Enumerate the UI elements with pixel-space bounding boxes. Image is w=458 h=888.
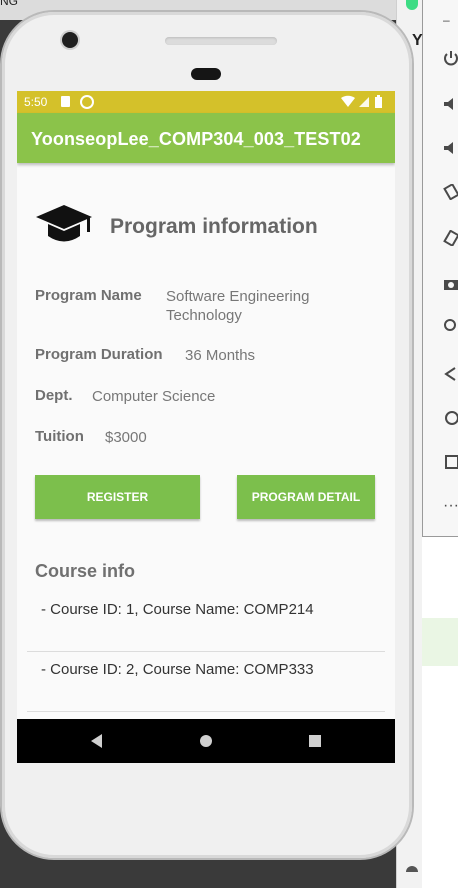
android-robot-icon <box>406 866 418 872</box>
device-screen: 5:50 YoonseopLee_COMP304_003_TEST02 Prog… <box>17 91 395 763</box>
program-duration-label: Program Duration <box>35 346 163 363</box>
list-divider <box>27 711 385 712</box>
speaker-grille <box>165 37 277 45</box>
earpiece <box>191 68 221 80</box>
status-bar: 5:50 <box>17 91 395 113</box>
rotate-right-icon[interactable] <box>443 230 458 246</box>
status-time: 5:50 <box>24 95 48 109</box>
host-panel-label: Y <box>412 32 423 49</box>
emulator-toolbar: – ··· <box>422 0 458 537</box>
android-studio-icon <box>406 0 418 10</box>
sd-card-icon <box>61 96 70 107</box>
camera-icon[interactable] <box>443 276 458 292</box>
program-duration-value: 36 Months <box>185 347 256 364</box>
program-name-label: Program Name <box>35 287 142 304</box>
tuition-label: Tuition <box>35 428 84 445</box>
register-button[interactable]: REGISTER <box>35 475 200 519</box>
more-icon[interactable]: ··· <box>443 498 458 514</box>
home-icon[interactable] <box>443 410 458 426</box>
dept-value: Computer Science <box>92 388 216 405</box>
course-info-heading: Course info <box>35 561 136 581</box>
app-bar: YoonseopLee_COMP304_003_TEST02 <box>17 113 395 163</box>
overview-icon[interactable] <box>443 454 458 470</box>
list-divider <box>27 651 385 652</box>
program-heading: Program information <box>110 215 318 238</box>
minimize-icon[interactable]: – <box>443 12 458 28</box>
wifi-signal-battery-icons <box>341 95 382 108</box>
course-list-item[interactable]: - Course ID: 1, Course Name: COMP214 <box>27 601 385 661</box>
back-triangle-icon[interactable] <box>87 731 107 751</box>
front-camera <box>62 32 78 48</box>
tuition-value: $3000 <box>105 429 147 446</box>
volume-up-icon[interactable] <box>443 96 458 112</box>
emulator-toolbar-panel: – ··· <box>422 0 458 888</box>
back-icon[interactable] <box>443 366 458 382</box>
dept-label: Dept. <box>35 387 73 404</box>
recents-square-icon[interactable] <box>305 731 325 751</box>
volume-down-icon[interactable] <box>443 140 458 156</box>
program-detail-button[interactable]: PROGRAM DETAIL <box>237 475 375 519</box>
graduation-cap-icon <box>36 205 92 242</box>
home-circle-icon[interactable] <box>196 731 216 751</box>
zoom-icon[interactable] <box>443 318 458 334</box>
power-icon[interactable] <box>443 50 458 66</box>
course-item-text: - Course ID: 2, Course Name: COMP333 <box>41 661 314 678</box>
rotate-left-icon[interactable] <box>443 184 458 200</box>
main-content: Program information Program Name Softwar… <box>17 163 395 719</box>
app-title: YoonseopLee_COMP304_003_TEST02 <box>31 129 361 149</box>
program-name-value: Software Engineering Technology <box>166 288 310 324</box>
course-list-item[interactable]: - Course ID: 2, Course Name: COMP333 <box>27 661 385 721</box>
host-highlight-strip <box>422 618 458 666</box>
course-item-text: - Course ID: 1, Course Name: COMP214 <box>41 601 314 618</box>
navigation-bar <box>17 719 395 763</box>
do-not-disturb-icon <box>80 95 94 109</box>
host-top-text: NG <box>0 0 18 8</box>
